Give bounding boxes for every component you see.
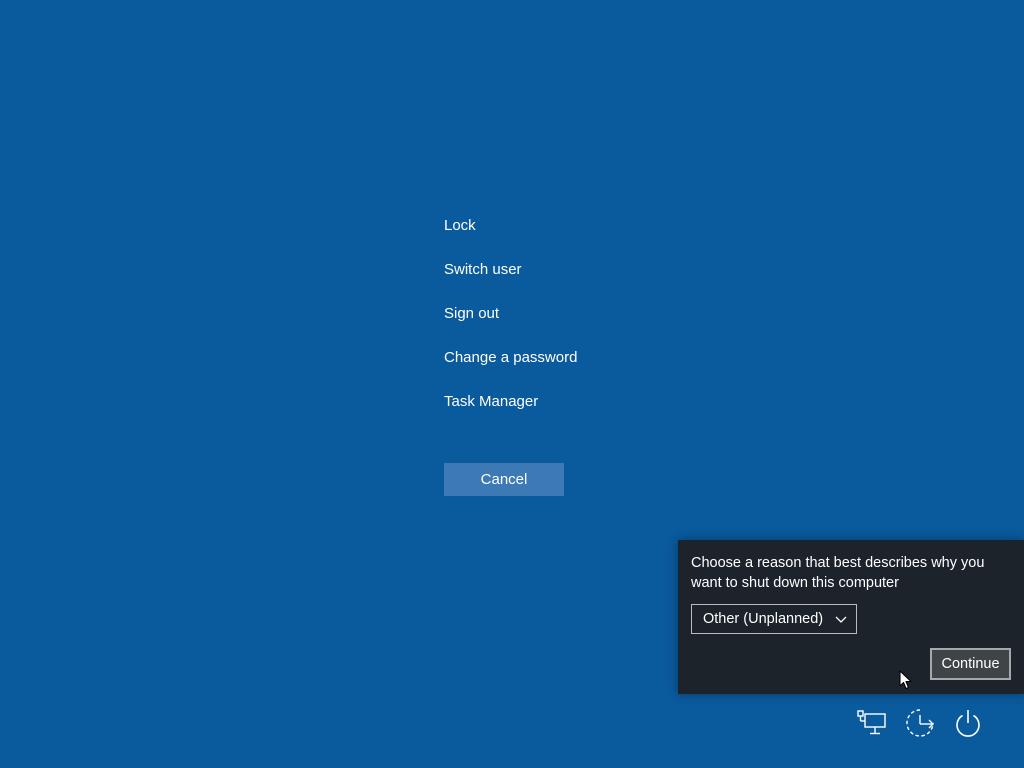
ctrl-alt-del-menu: Lock Switch user Sign out Change a passw…	[444, 214, 644, 434]
menu-item-change-password[interactable]: Change a password	[444, 346, 644, 370]
ease-of-access-icon[interactable]	[903, 706, 937, 740]
menu-item-switch-user[interactable]: Switch user	[444, 258, 644, 282]
cancel-button[interactable]: Cancel	[444, 463, 564, 496]
chevron-down-icon	[835, 616, 847, 623]
mouse-pointer-icon	[899, 670, 912, 690]
menu-item-lock[interactable]: Lock	[444, 214, 644, 238]
shutdown-reason-prompt: Choose a reason that best describes why …	[691, 555, 985, 591]
continue-button[interactable]: Continue	[930, 648, 1011, 680]
menu-item-sign-out[interactable]: Sign out	[444, 302, 644, 326]
menu-item-task-manager[interactable]: Task Manager	[444, 390, 644, 414]
network-icon[interactable]	[855, 706, 889, 740]
shutdown-reason-dropdown[interactable]: Other (Unplanned)	[691, 604, 857, 634]
shutdown-reason-selected-value: Other (Unplanned)	[703, 611, 824, 627]
shutdown-reason-flyout: Choose a reason that best describes why …	[678, 540, 1024, 694]
power-icon[interactable]	[951, 706, 985, 740]
